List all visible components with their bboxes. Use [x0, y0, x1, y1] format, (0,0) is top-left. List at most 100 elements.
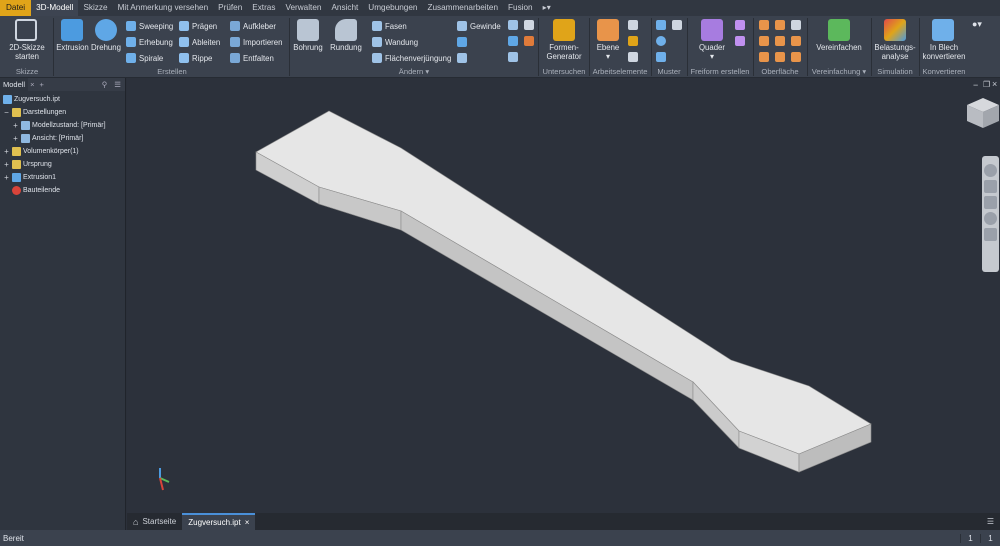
- copy-object-icon[interactable]: [508, 36, 518, 46]
- repair-icon[interactable]: [775, 52, 785, 62]
- tab-menu-icon[interactable]: ☰: [981, 517, 1000, 526]
- ruled-surface-icon[interactable]: [759, 52, 769, 62]
- sweeping-button[interactable]: Sweeping: [126, 20, 173, 32]
- tree-item-darstellungen[interactable]: − Darstellungen: [3, 106, 66, 119]
- in-blech-konvertieren-button[interactable]: In Blech konvertieren: [920, 43, 968, 61]
- expand-icon[interactable]: +: [3, 147, 10, 156]
- ebene-button[interactable]: Ebene ▾: [592, 43, 624, 61]
- vereinfachen-button[interactable]: Vereinfachen: [811, 43, 867, 52]
- tree-item-ansicht[interactable]: + Ansicht: [Primär]: [12, 132, 83, 145]
- axis-icon[interactable]: [628, 20, 638, 30]
- formen-generator-button[interactable]: Formen- Generator: [541, 43, 587, 61]
- shape-generator-icon[interactable]: [553, 19, 575, 41]
- collapse-icon[interactable]: −: [3, 108, 10, 117]
- pan-icon[interactable]: [984, 180, 997, 193]
- tree-item-modellzustand[interactable]: + Modellzustand: [Primär]: [12, 119, 106, 132]
- tree-item-volumenkoerper[interactable]: + Volumenkörper(1): [3, 145, 79, 158]
- expand-icon[interactable]: +: [12, 121, 19, 130]
- freeform-convert-icon[interactable]: [735, 36, 745, 46]
- spirale-button[interactable]: Spirale: [126, 52, 163, 64]
- view-cube-icon[interactable]: [967, 98, 999, 128]
- tree-item-bauteilende[interactable]: Bauteilende: [12, 184, 60, 197]
- replace-face-icon[interactable]: [791, 36, 801, 46]
- ucs-icon[interactable]: [628, 52, 638, 62]
- ableiten-button[interactable]: Ableiten: [179, 36, 220, 48]
- mirror-icon[interactable]: [672, 20, 682, 30]
- expand-icon[interactable]: +: [12, 134, 19, 143]
- thicken-icon[interactable]: [457, 53, 467, 63]
- patch-icon[interactable]: [759, 36, 769, 46]
- tree-item-extrusion1[interactable]: + Extrusion1: [3, 171, 56, 184]
- menu-anmerkung[interactable]: Mit Anmerkung versehen: [113, 0, 214, 16]
- tree-item-ursprung[interactable]: + Ursprung: [3, 158, 52, 171]
- look-at-icon[interactable]: [984, 228, 997, 241]
- extrusion-button[interactable]: Extrusion: [56, 43, 89, 52]
- stitch-icon[interactable]: [759, 20, 769, 30]
- fillet-icon[interactable]: [335, 19, 357, 41]
- tree-item-part[interactable]: Zugversuch.ipt: [3, 93, 60, 106]
- tab-close-icon[interactable]: ×: [245, 518, 250, 527]
- steering-wheel-icon[interactable]: [984, 164, 997, 177]
- trim-icon[interactable]: [791, 20, 801, 30]
- menu-ansicht[interactable]: Ansicht: [326, 0, 363, 16]
- rundung-button[interactable]: Rundung: [328, 43, 364, 52]
- rippe-button[interactable]: Rippe: [179, 52, 212, 64]
- delete-face-icon[interactable]: [524, 36, 534, 46]
- sketch-start-button[interactable]: 2D-Skizze starten: [4, 43, 50, 61]
- orbit-icon[interactable]: [984, 212, 997, 225]
- rect-pattern-icon[interactable]: [656, 20, 666, 30]
- fasen-button[interactable]: Fasen: [372, 20, 407, 32]
- stress-analysis-icon[interactable]: [884, 19, 906, 41]
- bohrung-button[interactable]: Bohrung: [291, 43, 325, 52]
- sketch-pattern-icon[interactable]: [656, 52, 666, 62]
- menu-pruefen[interactable]: Prüfen: [213, 0, 247, 16]
- direct-edit-icon[interactable]: [508, 52, 518, 62]
- point-icon[interactable]: [628, 36, 638, 46]
- hole-icon[interactable]: [297, 19, 319, 41]
- entfalten-button[interactable]: Entfalten: [230, 52, 274, 64]
- revolve-icon[interactable]: [95, 19, 117, 41]
- menu-verwalten[interactable]: Verwalten: [280, 0, 326, 16]
- viewport-restore-icon[interactable]: ❐: [983, 80, 990, 89]
- tab-zugversuch[interactable]: Zugversuch.ipt ×: [182, 513, 256, 530]
- viewport-close-icon[interactable]: ×: [992, 79, 997, 89]
- sculpt-icon[interactable]: [775, 20, 785, 30]
- menu-fusion[interactable]: Fusion: [503, 0, 538, 16]
- extrusion-icon[interactable]: [61, 19, 83, 41]
- viewport-minimize-icon[interactable]: −: [973, 80, 978, 90]
- freeform-face-icon[interactable]: [735, 20, 745, 30]
- sketch-icon[interactable]: [15, 19, 37, 41]
- zoom-icon[interactable]: [984, 196, 997, 209]
- tab-startseite[interactable]: ⌂ Startseite: [127, 513, 182, 530]
- flaechenverjuengung-button[interactable]: Flächenverjüngung: [372, 52, 451, 64]
- menu-skizze[interactable]: Skizze: [78, 0, 112, 16]
- browser-add-tab-icon[interactable]: +: [36, 80, 46, 89]
- erhebung-button[interactable]: Erhebung: [126, 36, 173, 48]
- simplify-icon[interactable]: [828, 19, 850, 41]
- plane-icon[interactable]: [597, 19, 619, 41]
- menu-datei[interactable]: Datei: [0, 0, 32, 16]
- gewinde-button[interactable]: Gewinde: [457, 20, 501, 32]
- browser-close-icon[interactable]: ×: [28, 80, 36, 89]
- expand-icon[interactable]: +: [3, 173, 10, 182]
- menu-umgebungen[interactable]: Umgebungen: [363, 0, 422, 16]
- ribbon-options-icon[interactable]: ●▾: [972, 19, 986, 31]
- graphics-viewport[interactable]: − ❐ ×: [127, 78, 1000, 513]
- circ-pattern-icon[interactable]: [656, 36, 666, 46]
- expand-icon[interactable]: +: [3, 160, 10, 169]
- menu-zusammenarbeiten[interactable]: Zusammenarbeiten: [422, 0, 503, 16]
- importieren-button[interactable]: Importieren: [230, 36, 282, 48]
- browser-search-icon[interactable]: ⚲: [99, 80, 111, 89]
- drehung-button[interactable]: Drehung: [90, 43, 122, 52]
- split-icon[interactable]: [508, 20, 518, 30]
- browser-tab-modell[interactable]: Modell: [0, 78, 29, 91]
- quader-button[interactable]: Quader ▾: [694, 43, 730, 61]
- praegen-button[interactable]: Prägen: [179, 20, 217, 32]
- browser-menu-icon[interactable]: ☰: [110, 80, 125, 89]
- freeform-box-icon[interactable]: [701, 19, 723, 41]
- extend-icon[interactable]: [775, 36, 785, 46]
- video-dropdown-icon[interactable]: ▸▾: [538, 0, 556, 16]
- aufkleber-button[interactable]: Aufkleber: [230, 20, 276, 32]
- fit-mesh-icon[interactable]: [791, 52, 801, 62]
- menu-extras[interactable]: Extras: [247, 0, 280, 16]
